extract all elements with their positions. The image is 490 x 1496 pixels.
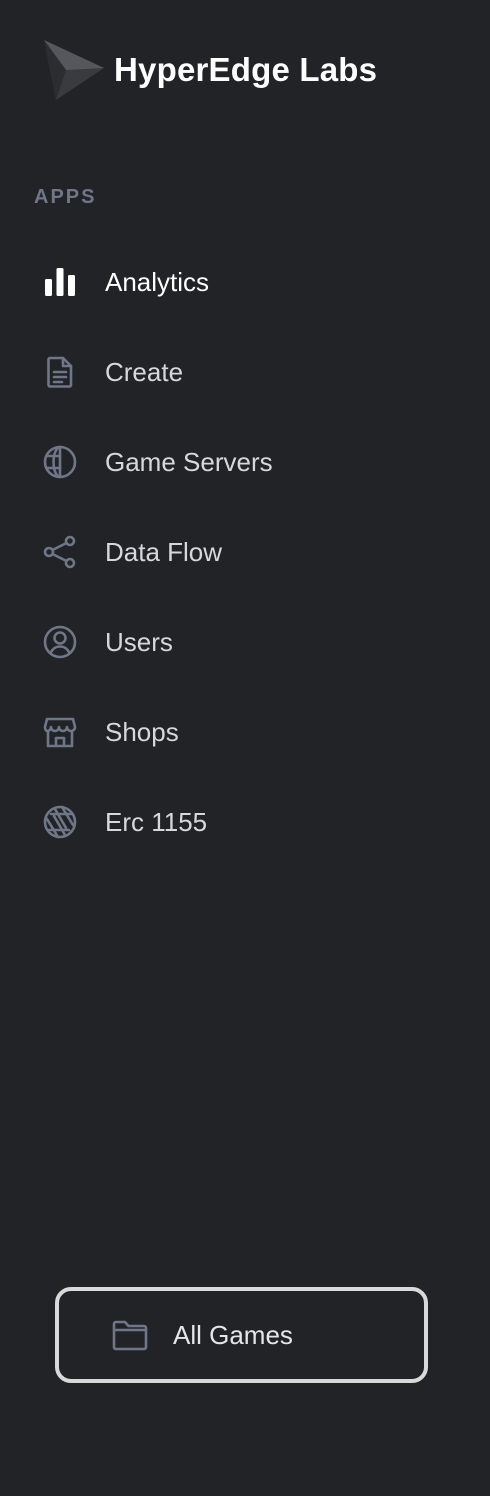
nav-item-shops[interactable]: Shops [0,687,490,777]
sidebar-nav: Analytics Create Game Servers Data Flow … [0,237,490,867]
nav-item-erc-1155[interactable]: Erc 1155 [0,777,490,867]
user-circle-icon [42,622,82,662]
nav-item-data-flow[interactable]: Data Flow [0,507,490,597]
nav-label-create: Create [105,356,184,387]
share-icon [42,532,82,572]
all-games-label: All Games [173,1319,293,1350]
globe-icon [42,442,82,482]
apps-section-label: APPS [34,186,97,208]
nav-item-analytics[interactable]: Analytics [0,237,490,327]
aperture-icon [42,802,82,842]
triangle-logo [44,40,104,100]
document-icon [42,352,82,392]
nav-label-game-servers: Game Servers [105,446,273,477]
all-games-button[interactable]: All Games [55,1287,428,1383]
brand-name: HyperEdge Labs [114,51,378,88]
folder-icon [112,1320,148,1351]
store-icon [42,712,82,752]
nav-label-users: Users [105,626,173,657]
nav-label-erc-1155: Erc 1155 [105,806,208,837]
nav-item-create[interactable]: Create [0,327,490,417]
bar-chart-icon [42,262,82,302]
brand[interactable]: HyperEdge Labs [42,38,377,102]
nav-item-users[interactable]: Users [0,597,490,687]
nav-item-game-servers[interactable]: Game Servers [0,417,490,507]
nav-label-analytics: Analytics [105,266,210,297]
nav-label-shops: Shops [105,716,179,747]
nav-label-data-flow: Data Flow [105,536,223,567]
